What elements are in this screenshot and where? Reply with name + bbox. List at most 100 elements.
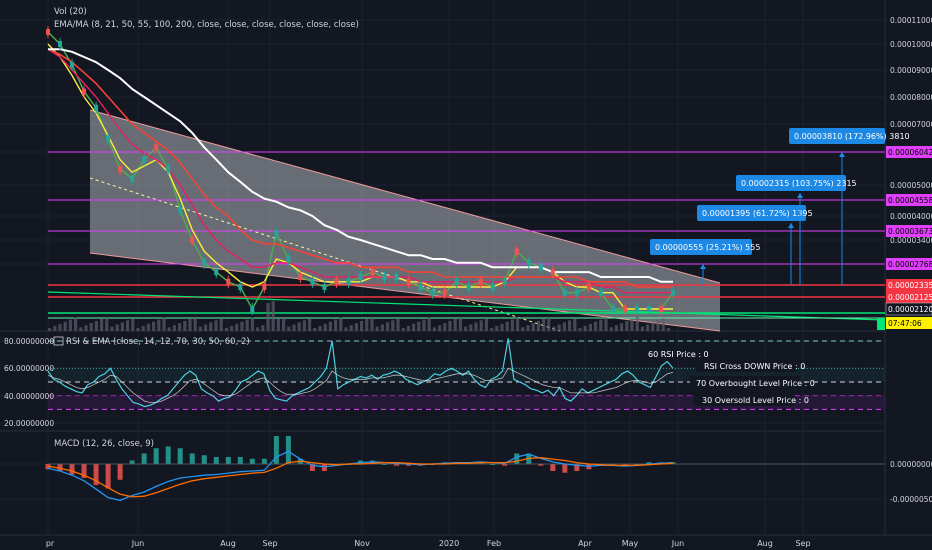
volume-bar (110, 326, 114, 331)
volume-bar (167, 327, 171, 331)
volume-bar (354, 323, 358, 331)
candle-body (142, 156, 147, 163)
macd-histogram-bar (514, 453, 520, 464)
candle-body (154, 144, 159, 151)
volume-bar (573, 318, 577, 331)
volume-legend[interactable]: Vol (20) (54, 7, 87, 17)
candle-body (286, 255, 291, 262)
volume-bar (344, 327, 348, 331)
volume-bar (276, 318, 280, 331)
volume-bar (604, 317, 608, 331)
candle-body (106, 135, 111, 142)
volume-bar (365, 318, 369, 331)
time-tick: Jun (671, 539, 685, 548)
price-tag-text: 0.00002335 (888, 281, 932, 290)
price-tick: 0.00007000 (890, 120, 932, 129)
volume-bar (396, 318, 400, 331)
volume-bar (68, 319, 72, 331)
candle-body (130, 175, 135, 182)
macd-legend[interactable]: MACD (12, 26, close, 9) (54, 439, 154, 449)
volume-bar (630, 318, 634, 331)
chart-canvas[interactable]: 0.00000555 (25.21%) 555 0.00001395 (61.72… (0, 0, 932, 550)
candle-body (226, 278, 231, 285)
volume-bar (614, 325, 618, 331)
time-tick: Sep (795, 539, 810, 548)
candle-body (430, 289, 435, 296)
candle-body (646, 306, 651, 312)
volume-bar (656, 320, 660, 331)
volume-bar (552, 326, 556, 331)
volume-bar (204, 324, 208, 331)
time-tick: Feb (487, 539, 501, 548)
volume-bar (146, 323, 150, 331)
volume-bar (391, 320, 395, 331)
macd-histogram-bar (69, 464, 75, 475)
rsi-oversold-label: 30 Oversold Level Price : 0 (702, 396, 809, 405)
rsi-60-price-label: 60 RSI Price : 0 (648, 350, 709, 359)
volume-bar (422, 319, 426, 331)
volume-bar (360, 321, 364, 331)
volume-bar (53, 325, 57, 331)
macd-histogram-bar (562, 464, 568, 473)
volume-bar (448, 321, 452, 331)
volume-bar (386, 322, 390, 331)
volume-bar (490, 328, 494, 331)
volume-bar (640, 326, 644, 331)
volume-bar (240, 321, 244, 331)
candle-body (466, 284, 471, 290)
volume-bar (474, 322, 478, 331)
volume-bar (141, 325, 145, 331)
volume-bar (417, 321, 421, 331)
volume-bar (287, 326, 291, 331)
macd-histogram-bar (321, 464, 327, 471)
candle-body (598, 289, 603, 296)
candle-body (454, 278, 459, 285)
time-tick: Nov (354, 539, 370, 548)
candle-body (358, 273, 363, 280)
volume-bar (609, 327, 613, 331)
volume-bar (308, 318, 312, 331)
price-tick: 0.00009000 (890, 66, 932, 75)
volume-bar (458, 316, 462, 331)
volume-bar (635, 316, 639, 331)
volume-bar (198, 326, 202, 331)
target-box-label: 0.00000555 (25.21%) 555 (655, 243, 760, 252)
volume-bar (562, 322, 566, 331)
candle-body (274, 230, 279, 237)
volume-bar (469, 324, 473, 331)
candle-body (214, 269, 219, 276)
ema-ma-legend[interactable]: EMA/MA (8, 21, 50, 55, 100, 200, close, … (54, 20, 359, 30)
volume-bar (256, 327, 260, 331)
candle-body (382, 273, 387, 280)
price-tick: 0.00008000 (890, 93, 932, 102)
volume-bar (261, 325, 265, 331)
candle-body (346, 278, 351, 285)
volume-bar (230, 325, 234, 331)
macd-histogram-bar (213, 457, 219, 464)
volume-bar (323, 323, 327, 331)
candle-body (118, 166, 123, 173)
rsi-legend[interactable]: RSI & EMA (close, 14, 12, 70, 30, 50, 60… (53, 336, 250, 347)
macd-histogram-bar (261, 458, 267, 464)
volume-bar (94, 321, 98, 331)
candle-body (94, 104, 99, 111)
volume-bar (510, 319, 514, 331)
volume-bar (453, 318, 457, 331)
rsi-tick: 40.00000000 (4, 392, 54, 401)
candle-body (478, 278, 483, 285)
volume-bar (339, 317, 343, 331)
volume-bar (594, 321, 598, 331)
volume-bar (620, 323, 624, 331)
candle-body (370, 269, 375, 276)
volume-bar (380, 324, 384, 331)
volume-bar (599, 319, 603, 331)
target-box-label: 0.00002315 (103.75%) 2315 (741, 179, 857, 188)
time-tick: Jun (131, 539, 145, 548)
price-tick: 0.00003400 (890, 236, 932, 245)
current-price-marker (877, 318, 885, 330)
volume-bar (193, 316, 197, 331)
volume-bar (131, 318, 135, 331)
macd-histogram-bar (189, 453, 195, 464)
volume-bar (427, 317, 431, 331)
price-tag-text: 0.00006042 (888, 148, 932, 157)
